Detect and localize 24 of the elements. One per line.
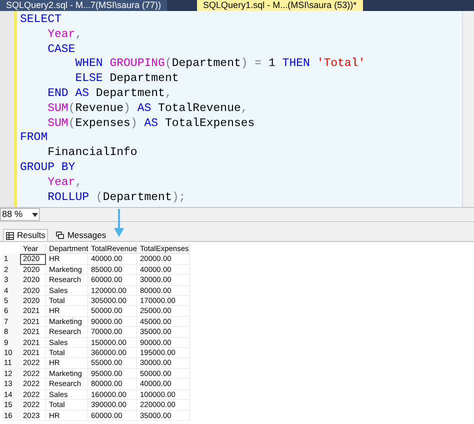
code-line: END AS Department, [46,86,172,102]
code-line: Year, [46,176,82,191]
code-line: SELECT [20,13,62,28]
caret-icon [32,212,38,216]
result-tab[interactable]: Results [3,229,48,241]
code-line: FinancialInfo [46,146,138,161]
code-line: ROLLUP (Department); [46,190,186,206]
grid-icon [6,232,14,240]
code-line: FROM [20,131,48,146]
code-line: SUM(Revenue) AS TotalRevenue, [46,102,248,117]
code-line: GROUP BY [20,160,76,176]
code-line: Year, [46,28,82,43]
splitter-bar[interactable] [0,222,474,230]
arrow-annotation [113,209,125,237]
code-line: WHEN GROUPING(Department) = 1 THEN 'Total' [74,57,366,72]
code-line: SUM(Expenses) AS TotalExpenses [46,116,255,132]
zoom-value: 88 % [2,208,23,221]
code-line: CASE [46,42,76,58]
code-editor[interactable] [0,11,474,208]
code-line: ELSE Department [74,72,179,87]
vertical-scrollbar[interactable] [462,11,474,207]
zoom-dropdown[interactable]: 88 % [0,208,40,221]
result-tab[interactable]: Messages [54,229,108,241]
messages-icon [56,231,64,239]
